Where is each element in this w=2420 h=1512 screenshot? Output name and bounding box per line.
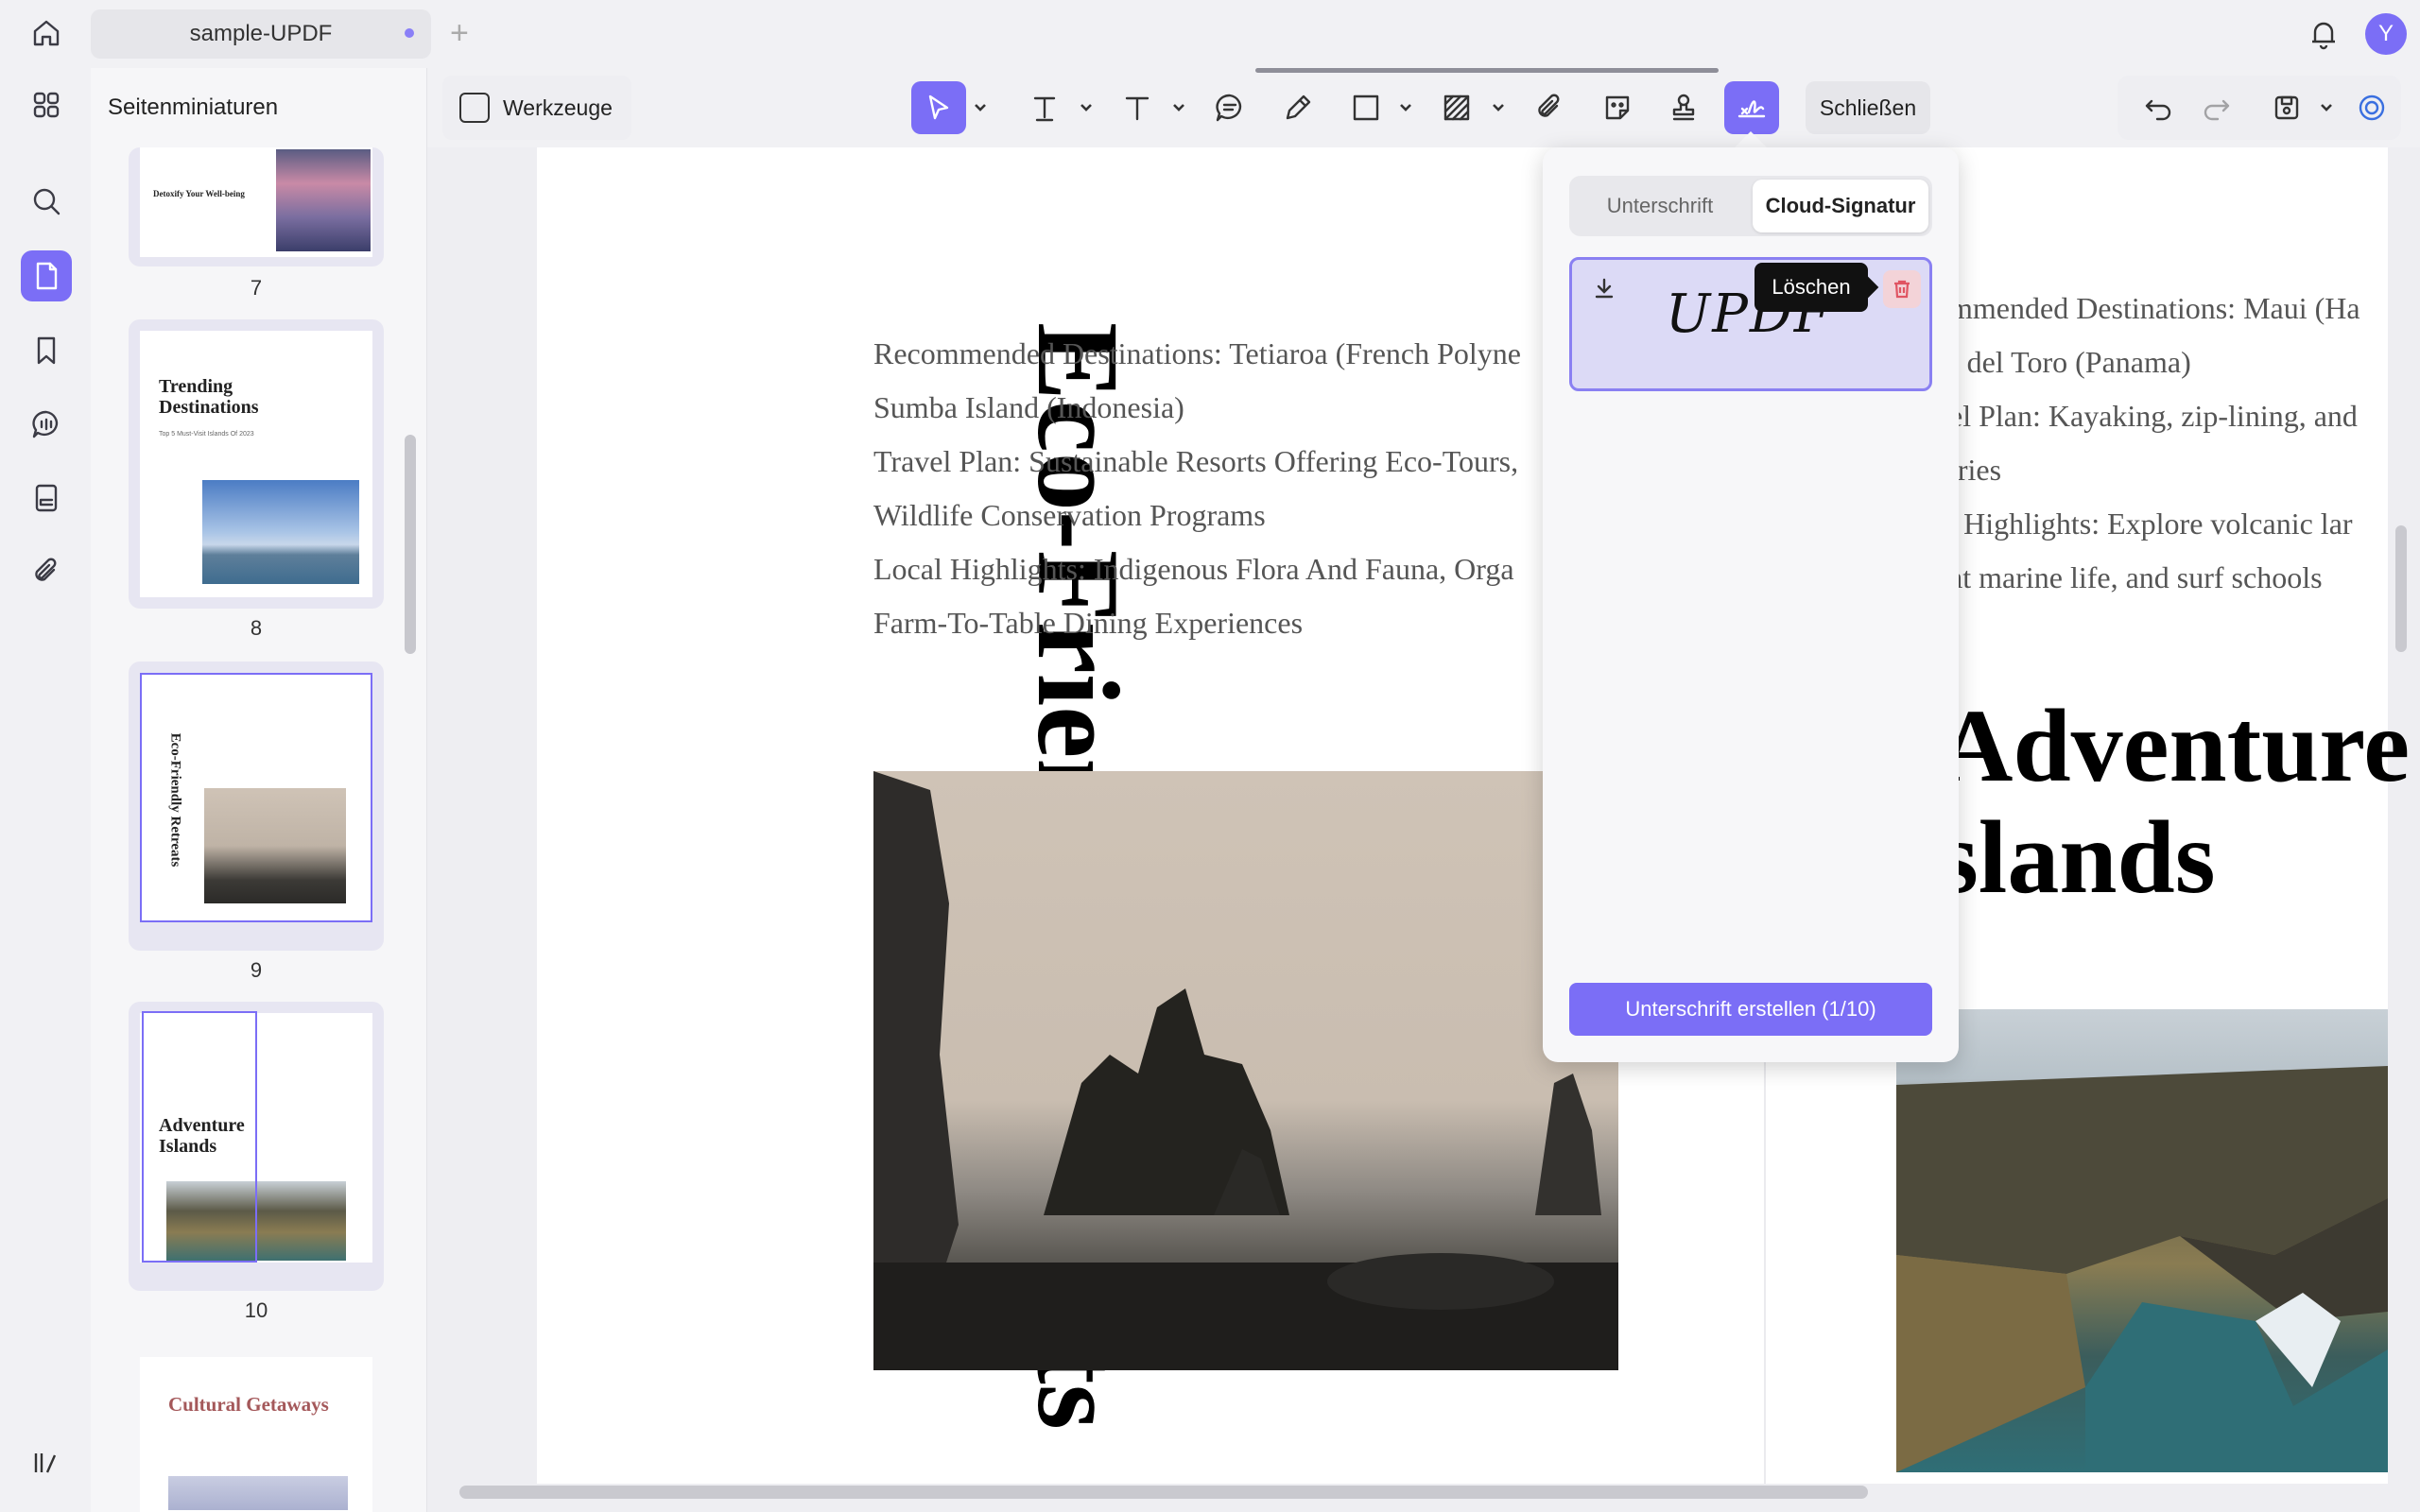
sticker-tool[interactable] xyxy=(1590,81,1645,134)
chevron-down-icon[interactable] xyxy=(972,98,989,115)
body-text-line: Travel Plan: Sustainable Resorts Offerin… xyxy=(873,444,1519,478)
tools-button[interactable]: Werkzeuge xyxy=(442,76,631,140)
chevron-down-icon[interactable] xyxy=(1078,98,1095,115)
thumbnails-icon[interactable] xyxy=(21,250,72,301)
body-text-line: al Highlights: Explore volcanic lar xyxy=(1934,507,2353,541)
bookmark-icon[interactable] xyxy=(21,325,72,376)
thumbnail-heading: Eco-Friendly Retreats xyxy=(167,732,183,868)
delete-tooltip: Löschen xyxy=(1754,263,1868,312)
chevron-down-icon[interactable] xyxy=(1170,98,1187,115)
thumbnail-page-8[interactable]: Trending Destinations Top 5 Must-Visit I… xyxy=(129,319,384,609)
create-signature-button[interactable]: Unterschrift erstellen (1/10) xyxy=(1569,983,1932,1036)
loading-indicator xyxy=(1255,68,1719,73)
redo-icon[interactable] xyxy=(2189,81,2244,134)
chevron-down-icon[interactable] xyxy=(1397,98,1414,115)
comment-tool[interactable] xyxy=(1202,81,1257,134)
sea-stacks-photo xyxy=(873,771,1618,1370)
thumbnail-page-number: 9 xyxy=(250,958,263,982)
thumbnail-page-10[interactable]: Adventure Islands xyxy=(129,1002,384,1291)
thumbnail-subheading: Top 5 Must-Visit Islands Of 2023 xyxy=(159,431,254,438)
tab-cloud-signature[interactable]: Cloud-Signatur xyxy=(1753,180,1928,232)
thumbnail-heading: Trending Destinations xyxy=(159,376,259,418)
thumbnail-page-7[interactable]: Detoxify Your Well-being xyxy=(129,147,384,266)
thumbnail-page-9[interactable]: Eco-Friendly Retreats xyxy=(129,662,384,951)
notification-bell-icon[interactable] xyxy=(2307,17,2341,56)
left-rail xyxy=(0,0,91,1512)
body-text-line: vel Plan: Kayaking, zip-lining, and xyxy=(1934,399,2358,433)
signature-tool[interactable] xyxy=(1724,81,1779,134)
thumbnail-page-number: 10 xyxy=(244,1298,268,1322)
body-text-line: ant marine life, and surf schools xyxy=(1934,560,2323,594)
thumbnail-page-number: 7 xyxy=(250,276,263,300)
body-text-line: Local Highlights: Indigenous Flora And F… xyxy=(873,552,1514,586)
tab-signature[interactable]: Unterschrift xyxy=(1573,180,1747,232)
pencil-tool[interactable] xyxy=(1270,81,1325,134)
area-fill-tool[interactable] xyxy=(1429,81,1484,134)
body-text-line: as del Toro (Panama) xyxy=(1934,345,2191,379)
trash-icon xyxy=(1894,280,1910,299)
text-highlight-tool[interactable] xyxy=(1017,81,1072,134)
thumbnail-image xyxy=(204,788,346,903)
body-text-line: Farm-To-Table Dining Experiences xyxy=(873,606,1304,640)
select-tool[interactable] xyxy=(911,81,966,134)
page-heading-line: Adventure xyxy=(1938,688,2411,803)
thumbnail-image xyxy=(168,1476,348,1510)
document-tab[interactable]: sample-UPDF xyxy=(91,9,431,59)
title-bar xyxy=(91,0,2420,68)
horizontal-scrollbar[interactable] xyxy=(459,1486,1868,1499)
attachment-tool[interactable] xyxy=(1522,81,1577,134)
thumbnail-page-number: 8 xyxy=(250,616,263,640)
comments-icon[interactable] xyxy=(21,399,72,450)
body-text-line: Wildlife Conservation Programs xyxy=(873,498,1266,532)
attachment-icon[interactable] xyxy=(21,546,72,597)
page-heading: Adventure slands xyxy=(1938,690,2410,913)
thumbnail-heading: Cultural Getaways xyxy=(168,1393,329,1416)
download-icon[interactable] xyxy=(1592,276,1616,305)
undo-icon[interactable] xyxy=(2131,81,2186,134)
thumbnail-panel-title: Seitenminiaturen xyxy=(108,94,279,120)
cliffs-photo xyxy=(1896,1009,2388,1472)
vertical-scrollbar[interactable] xyxy=(2395,525,2407,652)
stamp-tool[interactable] xyxy=(1656,81,1711,134)
organize-pages-icon[interactable] xyxy=(21,79,72,130)
toolbox-icon xyxy=(459,93,490,123)
unsaved-indicator xyxy=(405,28,414,38)
close-button[interactable]: Schließen xyxy=(1806,81,1930,134)
add-tab-button[interactable]: + xyxy=(450,15,469,52)
thumbnail-scrollbar[interactable] xyxy=(405,435,416,654)
avatar[interactable]: Y xyxy=(2365,13,2407,55)
save-icon[interactable] xyxy=(2259,81,2314,134)
chevron-down-icon[interactable] xyxy=(2318,98,2335,115)
body-text-line: Recommended Destinations: Tetiaroa (Fren… xyxy=(873,336,1521,370)
page-heading-line: slands xyxy=(1938,799,2216,915)
tools-label: Werkzeuge xyxy=(503,94,613,120)
thumbnail-page-11[interactable]: Cultural Getaways xyxy=(129,1346,384,1512)
body-text-line: Sumba Island (Indonesia) xyxy=(873,390,1184,424)
viewport-indicator xyxy=(142,1011,257,1263)
thumbnail-image xyxy=(202,480,359,584)
shape-tool[interactable] xyxy=(1339,81,1393,134)
home-icon[interactable] xyxy=(21,8,72,59)
thumbnail-image xyxy=(276,149,371,251)
sidebar-toggle-icon[interactable] xyxy=(28,1446,62,1485)
search-icon[interactable] xyxy=(21,176,72,227)
text-tool[interactable] xyxy=(1110,81,1165,134)
ai-assistant-icon[interactable] xyxy=(2344,81,2399,134)
thumbnail-heading: Detoxify Your Well-being xyxy=(153,189,245,198)
forms-icon[interactable] xyxy=(21,472,72,524)
delete-signature-button[interactable] xyxy=(1883,270,1921,308)
body-text-line: ommended Destinations: Maui (Ha xyxy=(1934,291,2360,325)
chevron-down-icon[interactable] xyxy=(1490,98,1507,115)
